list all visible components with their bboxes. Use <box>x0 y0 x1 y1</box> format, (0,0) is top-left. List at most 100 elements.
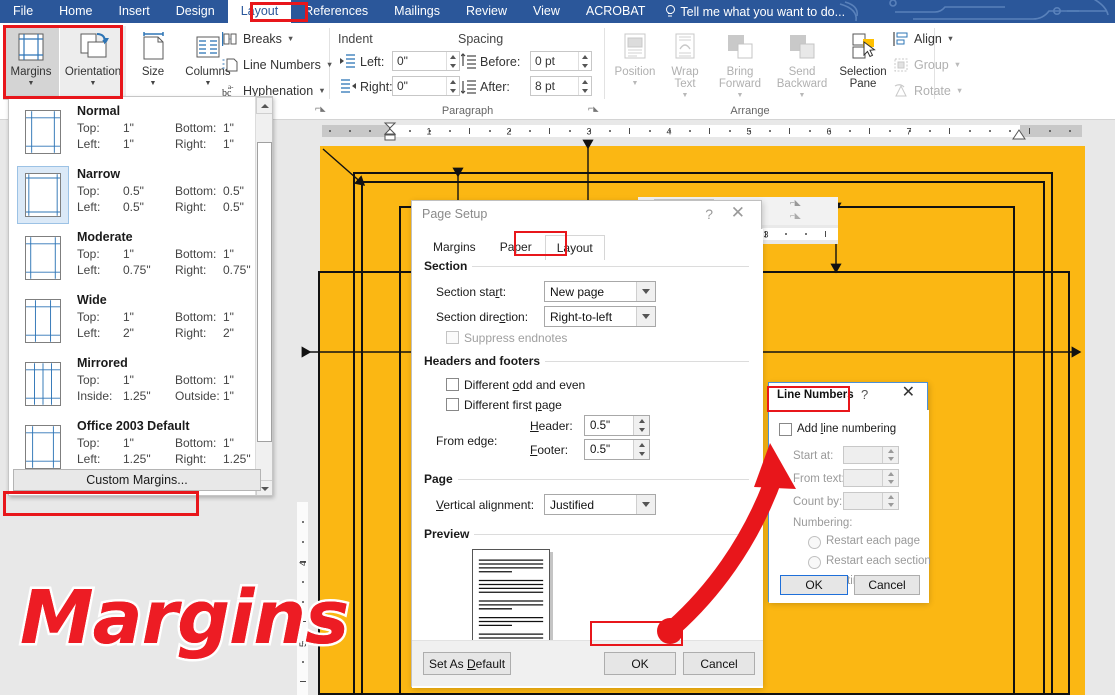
spacing-after-input[interactable]: 8 pt <box>530 76 592 96</box>
different-first-page-checkbox[interactable] <box>446 398 459 411</box>
margins-preset-moderate[interactable]: Moderate Top:1"Bottom:1" Left:0.75"Right… <box>9 223 272 286</box>
spinner-arrows[interactable] <box>578 52 591 70</box>
footer-input[interactable]: 0.5" <box>584 439 650 460</box>
chevron-down-icon[interactable]: ▼ <box>150 79 157 88</box>
chevron-down-icon[interactable]: ▼ <box>632 79 639 88</box>
page-setup-cancel-button[interactable]: Cancel <box>683 652 755 675</box>
margins-preset-mirrored[interactable]: Mirrored Top:1"Bottom:1" Inside:1.25"Out… <box>9 349 272 412</box>
indent-marker-right[interactable] <box>1012 129 1026 141</box>
chevron-down-icon[interactable]: ▼ <box>737 91 744 100</box>
line-numbers-cancel-button[interactable]: Cancel <box>854 575 920 595</box>
help-icon[interactable]: ? <box>705 206 713 222</box>
add-line-numbering-checkbox[interactable] <box>779 423 792 436</box>
bring-forward-button[interactable]: BringForward ▼ <box>710 26 770 100</box>
line-numbers-ok-button[interactable]: OK <box>780 575 848 595</box>
suppress-endnotes-checkbox[interactable] <box>446 331 459 344</box>
indent-left-input[interactable]: 0" <box>392 51 460 71</box>
tab-home[interactable]: Home <box>46 0 105 23</box>
custom-margins-button[interactable]: Custom Margins... <box>13 469 261 491</box>
spinner-arrows[interactable] <box>882 493 898 509</box>
indent-marker-left[interactable] <box>382 121 398 142</box>
page-setup-dialog-launcher[interactable]: ⌐◣ <box>315 103 326 114</box>
different-odd-even-checkbox[interactable] <box>446 378 459 391</box>
restart-each-page-radio[interactable] <box>808 536 821 549</box>
tab-layout[interactable]: Layout <box>545 235 605 260</box>
group-button[interactable]: Group ▼ <box>893 54 961 75</box>
margins-preset-normal[interactable]: Normal Top:1"Bottom:1" Left:1"Right:1" <box>9 97 272 160</box>
spinner-arrows[interactable] <box>633 416 649 435</box>
tell-me-box[interactable]: Tell me what you want to do... <box>658 5 855 19</box>
tab-design[interactable]: Design <box>163 0 228 23</box>
tab-mailings[interactable]: Mailings <box>381 0 453 23</box>
tab-layout[interactable]: Layout <box>228 0 292 23</box>
left-label: Left: <box>77 451 123 467</box>
header-input[interactable]: 0.5" <box>584 415 650 436</box>
help-icon[interactable]: ? <box>861 387 868 402</box>
close-icon[interactable]: ✕ <box>902 385 915 401</box>
rotate-button[interactable]: Rotate ▼ <box>893 80 963 101</box>
chevron-down-icon[interactable]: ▼ <box>947 34 954 43</box>
spinner-arrows[interactable] <box>578 77 591 95</box>
chevron-down-icon[interactable]: ▼ <box>287 34 294 43</box>
wrap-text-button[interactable]: WrapText ▼ <box>661 26 709 100</box>
chevron-down-icon[interactable]: ▼ <box>318 86 325 95</box>
section-direction-combo[interactable]: Right-to-left <box>544 306 656 327</box>
margins-button[interactable]: Margins ▼ <box>3 26 59 100</box>
send-backward-button[interactable]: SendBackward ▼ <box>771 26 833 100</box>
paragraph-dialog-launcher[interactable]: ⌐◣ <box>588 103 599 114</box>
restart-each-section-radio[interactable] <box>808 556 821 569</box>
scroll-up-button[interactable] <box>256 97 273 114</box>
chevron-down-icon[interactable] <box>636 282 655 301</box>
orientation-button[interactable]: Orientation ▼ <box>60 26 126 100</box>
tab-review[interactable]: Review <box>453 0 520 23</box>
tab-insert[interactable]: Insert <box>106 0 163 23</box>
tab-view[interactable]: View <box>520 0 573 23</box>
chevron-down-icon[interactable]: ▼ <box>90 79 97 88</box>
selection-pane-button[interactable]: SelectionPane <box>834 26 892 100</box>
section-start-combo[interactable]: New page <box>544 281 656 302</box>
align-button[interactable]: Align ▼ <box>893 28 954 49</box>
inner-dialog-launcher[interactable]: ⌐◣ <box>790 198 801 207</box>
scrollbar-thumb[interactable] <box>257 142 272 442</box>
line-numbers-button[interactable]: Line Numbers ▼ <box>222 54 333 75</box>
margins-preset-office2003[interactable]: Office 2003 Default Top:1"Bottom:1" Left… <box>9 412 272 475</box>
inner-dialog-launcher-2[interactable]: ⌐◣ <box>790 211 801 220</box>
margins-preset-narrow[interactable]: Narrow Top:0.5"Bottom:0.5" Left:0.5"Righ… <box>9 160 272 223</box>
page-setup-ok-button[interactable]: OK <box>604 652 676 675</box>
tab-file[interactable]: File <box>0 0 46 23</box>
position-button[interactable]: Position ▼ <box>610 26 660 100</box>
chevron-down-icon[interactable]: ▼ <box>28 79 35 88</box>
indent-right-input[interactable]: 0" <box>392 76 460 96</box>
chevron-down-icon[interactable]: ▼ <box>956 86 963 95</box>
spinner-arrows[interactable] <box>882 447 898 463</box>
spinner-arrows[interactable] <box>633 440 649 459</box>
dropdown-scrollbar[interactable] <box>255 97 272 496</box>
indent-left-label: Left: <box>360 55 384 69</box>
set-as-default-button[interactable]: Set As Default <box>423 652 511 675</box>
chevron-down-icon[interactable]: ▼ <box>954 60 961 69</box>
spinner-arrows[interactable] <box>446 77 459 95</box>
from-text-input[interactable] <box>843 469 899 487</box>
tab-paper[interactable]: Paper <box>489 235 543 260</box>
spacing-before-input[interactable]: 0 pt <box>530 51 592 71</box>
spinner-arrows[interactable] <box>446 52 459 70</box>
preset-thumb-wrap <box>17 229 69 287</box>
close-icon[interactable]: ✕ <box>731 204 745 221</box>
vertical-alignment-combo[interactable]: Justified <box>544 494 656 515</box>
tab-margins[interactable]: Margins <box>422 235 487 260</box>
horizontal-ruler[interactable]: 123 456 7 <box>290 120 1115 142</box>
chevron-down-icon[interactable] <box>636 495 655 514</box>
spinner-arrows[interactable] <box>882 470 898 486</box>
chevron-down-icon[interactable]: ▼ <box>205 79 212 88</box>
start-at-input[interactable] <box>843 446 899 464</box>
chevron-down-icon[interactable]: ▼ <box>799 91 806 100</box>
chevron-down-icon[interactable] <box>636 307 655 326</box>
size-button[interactable]: Size ▼ <box>130 26 176 100</box>
tab-acrobat[interactable]: ACROBAT <box>573 0 659 23</box>
tab-references[interactable]: References <box>291 0 381 23</box>
breaks-button[interactable]: Breaks ▼ <box>222 28 294 49</box>
count-by-input[interactable] <box>843 492 899 510</box>
chevron-down-icon[interactable]: ▼ <box>682 91 689 100</box>
page-setup-body: Margins Paper Layout Section Section sta… <box>412 229 763 688</box>
margins-preset-wide[interactable]: Wide Top:1"Bottom:1" Left:2"Right:2" <box>9 286 272 349</box>
